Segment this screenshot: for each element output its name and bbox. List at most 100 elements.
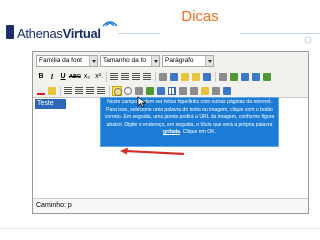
- numbered-list-icon: [75, 87, 83, 95]
- redo-icon: [252, 73, 260, 81]
- unlink-button[interactable]: [123, 86, 133, 96]
- chevron-down-icon[interactable]: [205, 56, 213, 66]
- html-source-button[interactable]: [211, 86, 221, 96]
- undo-icon: [241, 73, 249, 81]
- copy-button[interactable]: [169, 72, 179, 82]
- spellcheck-icon: [263, 73, 271, 81]
- paste-text-button[interactable]: [191, 72, 201, 82]
- title-divider-left: [118, 33, 160, 34]
- text-color-icon: [37, 87, 45, 95]
- paste-text-icon: [192, 73, 200, 81]
- align-left-button[interactable]: [109, 72, 119, 82]
- logo-text-part2: Virtual: [62, 26, 101, 41]
- title-divider-right: [240, 33, 320, 34]
- italic-button[interactable]: I: [47, 72, 57, 82]
- paste-word-icon: [203, 73, 211, 81]
- strikethrough-button[interactable]: ABC: [69, 72, 81, 82]
- indent-icon: [97, 87, 105, 95]
- toolbar-separator: [215, 72, 216, 82]
- horizontal-rule-icon: [179, 87, 187, 95]
- align-center-icon: [121, 73, 129, 81]
- toolbar-row-insert: [36, 85, 233, 97]
- insert-image-button[interactable]: [145, 86, 155, 96]
- logo-text: AthenasVirtual: [17, 26, 101, 41]
- tip-emphasis: grifada: [163, 129, 181, 136]
- font-family-select[interactable]: Família da font: [36, 55, 98, 67]
- fullscreen-icon: [223, 87, 231, 95]
- mouse-cursor-icon: [137, 96, 147, 108]
- code-icon: [212, 87, 220, 95]
- tip-text-end: . Clique em OK.: [180, 129, 216, 136]
- logo-text-part1: Athenas: [17, 26, 63, 41]
- superscript-button[interactable]: x²: [93, 72, 103, 82]
- outdent-button[interactable]: [85, 86, 95, 96]
- bullet-list-icon: [64, 87, 72, 95]
- insert-table-button[interactable]: [167, 86, 177, 96]
- link-icon: [114, 88, 122, 96]
- undo-button[interactable]: [240, 72, 250, 82]
- align-right-icon: [132, 73, 140, 81]
- replace-button[interactable]: [229, 72, 239, 82]
- underline-button[interactable]: U: [58, 72, 68, 82]
- chevron-down-icon[interactable]: [89, 56, 97, 66]
- special-char-button[interactable]: [189, 86, 199, 96]
- slide-title: Dicas: [181, 8, 219, 25]
- unlink-icon: [124, 87, 132, 95]
- subscript-button[interactable]: x₂: [82, 72, 92, 82]
- tip-text: Neste campo podem ser feitos hiperlinks …: [104, 99, 275, 128]
- replace-icon: [230, 73, 238, 81]
- bullet-list-button[interactable]: [63, 86, 73, 96]
- omega-icon: [190, 87, 198, 95]
- paste-icon: [181, 73, 189, 81]
- find-button[interactable]: [218, 72, 228, 82]
- footer-divider: [0, 228, 320, 229]
- align-center-button[interactable]: [120, 72, 130, 82]
- insert-media-button[interactable]: [156, 86, 166, 96]
- cut-button[interactable]: [158, 72, 168, 82]
- toolbar-separator: [109, 86, 110, 96]
- text-color-button[interactable]: [36, 86, 46, 96]
- copy-icon: [170, 73, 178, 81]
- cut-icon: [159, 73, 167, 81]
- format-select[interactable]: Parágrafo: [162, 55, 214, 67]
- smiley-icon: [201, 87, 209, 95]
- redo-button[interactable]: [251, 72, 261, 82]
- toolbar-separator: [155, 72, 156, 82]
- align-right-button[interactable]: [131, 72, 141, 82]
- font-size-select[interactable]: Tamanho da fo: [100, 55, 160, 67]
- align-justify-button[interactable]: [142, 72, 152, 82]
- chevron-down-icon[interactable]: [151, 56, 159, 66]
- table-icon: [168, 87, 176, 95]
- fullscreen-button[interactable]: [222, 86, 232, 96]
- horizontal-rule-button[interactable]: [178, 86, 188, 96]
- selected-text[interactable]: Teste: [35, 99, 66, 109]
- paste-word-button[interactable]: [202, 72, 212, 82]
- indent-button[interactable]: [96, 86, 106, 96]
- format-value: Parágrafo: [165, 57, 194, 64]
- editor-toolbar: Família da font Tamanho da fo Parágrafo …: [33, 52, 308, 98]
- outdent-icon: [86, 87, 94, 95]
- emoticon-button[interactable]: [200, 86, 210, 96]
- logo-mark-icon: [6, 25, 14, 39]
- numbered-list-button[interactable]: [74, 86, 84, 96]
- red-arrow-icon: [120, 147, 185, 156]
- decorative-dot-icon: [304, 36, 312, 44]
- athenas-virtual-logo: AthenasVirtual: [6, 11, 128, 51]
- spellcheck-button[interactable]: [262, 72, 272, 82]
- paste-button[interactable]: [180, 72, 190, 82]
- toolbar-separator: [106, 72, 107, 82]
- bold-button[interactable]: B: [36, 72, 46, 82]
- highlight-icon: [48, 87, 56, 95]
- font-family-value: Família da font: [39, 57, 82, 64]
- background-color-button[interactable]: [47, 86, 57, 96]
- search-icon: [219, 73, 227, 81]
- hyperlink-tip-callout: Neste campo podem ser feitos hiperlinks …: [100, 97, 279, 147]
- toolbar-row-formatting: B I U ABC x₂ x²: [36, 71, 273, 83]
- anchor-button[interactable]: [134, 86, 144, 96]
- align-justify-icon: [143, 73, 151, 81]
- align-left-icon: [110, 73, 118, 81]
- editor-status-path: Caminho: p: [33, 198, 308, 213]
- toolbar-separator: [60, 86, 61, 96]
- wifi-wave-icon: [102, 21, 118, 27]
- insert-link-button[interactable]: [112, 86, 122, 96]
